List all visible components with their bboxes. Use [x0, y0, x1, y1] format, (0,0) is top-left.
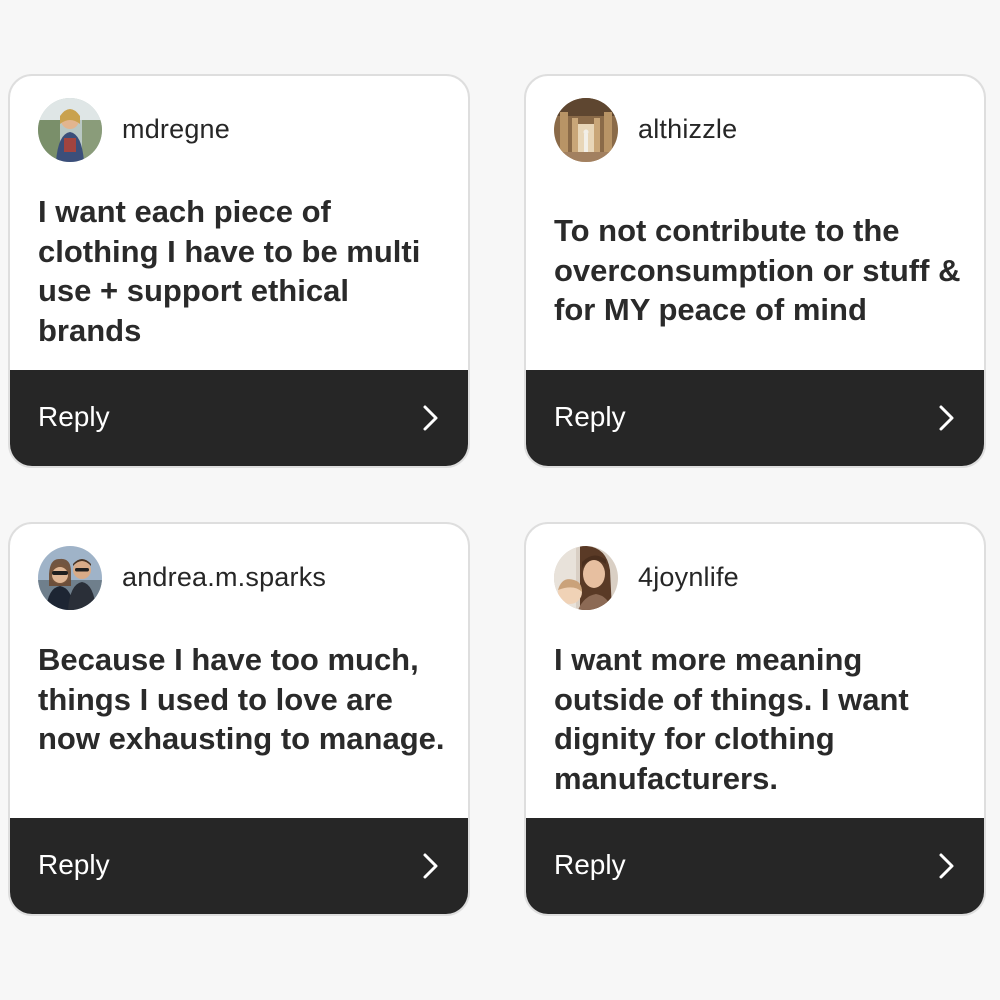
username[interactable]: andrea.m.sparks [122, 562, 326, 593]
avatar-photo [554, 546, 618, 610]
reply-label: Reply [38, 849, 110, 880]
user-avatar[interactable] [554, 98, 618, 162]
user-avatar[interactable] [38, 98, 102, 162]
response-text: Because I have too much, things I used t… [38, 642, 445, 756]
reply-label: Reply [554, 849, 626, 880]
question-response-card: 4joynlife I want more meaning outside of… [524, 522, 986, 916]
username[interactable]: althizzle [638, 114, 737, 145]
chevron-right-icon [938, 852, 956, 880]
reply-button[interactable]: Reply [10, 370, 468, 466]
reply-label: Reply [38, 401, 110, 432]
user-avatar[interactable] [554, 546, 618, 610]
avatar-photo [38, 98, 102, 162]
username[interactable]: 4joynlife [638, 562, 739, 593]
username[interactable]: mdregne [122, 114, 230, 145]
reply-button[interactable]: Reply [526, 370, 984, 466]
reply-button[interactable]: Reply [10, 818, 468, 914]
user-avatar[interactable] [38, 546, 102, 610]
response-text: I want each piece of clothing I have to … [38, 194, 421, 348]
avatar-photo [38, 546, 102, 610]
reply-button[interactable]: Reply [526, 818, 984, 914]
chevron-right-icon [938, 404, 956, 432]
response-text: To not contribute to the overconsumption… [554, 213, 961, 327]
question-response-card: althizzle To not contribute to the overc… [524, 74, 986, 468]
question-response-card: andrea.m.sparks Because I have too much,… [8, 522, 470, 916]
chevron-right-icon [422, 852, 440, 880]
reply-label: Reply [554, 401, 626, 432]
question-response-card: mdregne I want each piece of clothing I … [8, 74, 470, 468]
avatar-photo [554, 98, 618, 162]
chevron-right-icon [422, 404, 440, 432]
response-text: I want more meaning outside of things. I… [554, 642, 909, 796]
